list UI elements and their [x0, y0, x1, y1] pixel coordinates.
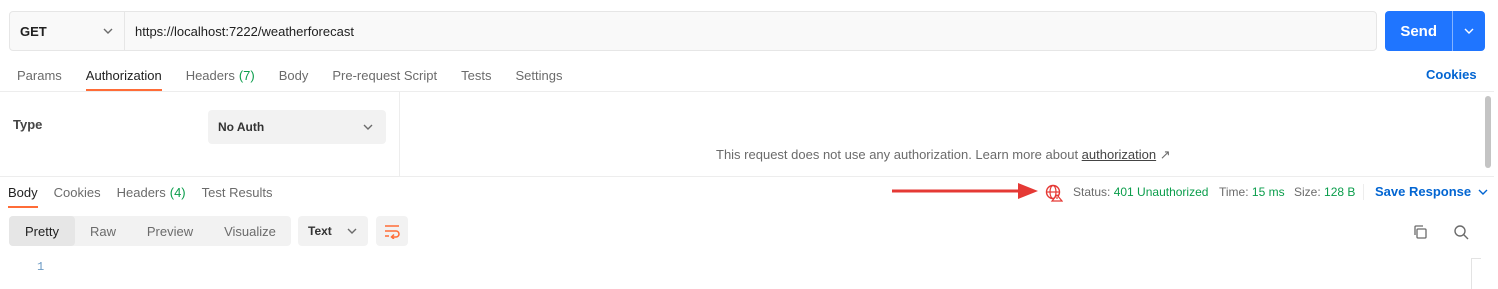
response-scrollbar[interactable]	[1471, 258, 1481, 289]
format-select[interactable]: Text	[298, 216, 368, 246]
tab-count: (7)	[238, 68, 255, 83]
annotation-arrow-icon	[892, 183, 1038, 199]
format-value: Text	[308, 224, 332, 238]
tab-authorization[interactable]: Authorization	[85, 60, 162, 91]
view-mode-toggle: Pretty Raw Preview Visualize	[9, 216, 291, 246]
wrap-lines-button[interactable]	[376, 216, 408, 246]
auth-message: This request does not use any authorizat…	[716, 147, 1171, 163]
status-label: Status:	[1073, 185, 1111, 199]
line-number: 1	[37, 260, 45, 274]
save-response-label: Save Response	[1375, 184, 1472, 199]
response-status[interactable]: Status: 401 Unauthorized	[1073, 185, 1208, 199]
chevron-down-icon	[1464, 28, 1474, 34]
response-size[interactable]: Size: 128 B	[1294, 185, 1355, 199]
copy-icon	[1414, 225, 1427, 239]
auth-type-label: Type	[13, 117, 43, 132]
tab-label: Cookies	[53, 184, 101, 200]
divider	[0, 91, 1494, 92]
response-time[interactable]: Time: 15 ms	[1219, 185, 1285, 199]
view-mode-pretty[interactable]: Pretty	[9, 216, 75, 246]
response-tabs: Body Cookies Headers (4) Test Results	[8, 176, 288, 208]
auth-type-select[interactable]: No Auth	[208, 110, 386, 144]
tab-label: Settings	[515, 68, 563, 83]
tab-body[interactable]: Body	[279, 60, 309, 91]
tab-label: Authorization	[85, 68, 162, 83]
tab-response-body[interactable]: Body	[8, 176, 38, 208]
search-icon	[1454, 225, 1469, 240]
status-value: 401 Unauthorized	[1113, 185, 1209, 199]
chevron-down-icon	[1478, 189, 1488, 195]
tab-response-headers[interactable]: Headers (4)	[117, 176, 186, 208]
search-button[interactable]	[1449, 220, 1473, 244]
tab-response-cookies[interactable]: Cookies	[54, 176, 101, 208]
view-mode-preview[interactable]: Preview	[131, 216, 209, 246]
save-response-button[interactable]: Save Response	[1375, 184, 1489, 199]
panel-divider	[399, 92, 400, 176]
method-select[interactable]: GET	[10, 12, 125, 50]
tab-label: Params	[17, 68, 62, 83]
chevron-down-icon	[347, 228, 357, 234]
size-label: Size:	[1294, 185, 1321, 199]
copy-button[interactable]	[1408, 220, 1432, 244]
size-value: 128 B	[1324, 185, 1356, 199]
tab-params[interactable]: Params	[17, 60, 62, 91]
tab-tests[interactable]: Tests	[461, 60, 491, 91]
send-button-group: Send	[1385, 11, 1485, 51]
tab-count: (4)	[169, 184, 186, 200]
url-bar: GET	[9, 11, 1377, 51]
url-input[interactable]	[125, 12, 1376, 50]
tab-pre-request-script[interactable]: Pre-request Script	[332, 60, 437, 91]
chevron-down-icon	[103, 28, 113, 34]
send-options-button[interactable]	[1452, 11, 1485, 51]
tab-test-results[interactable]: Test Results	[202, 176, 273, 208]
time-label: Time:	[1219, 185, 1249, 199]
authorization-link[interactable]: authorization	[1082, 147, 1156, 162]
cookies-link[interactable]: Cookies	[1426, 67, 1477, 82]
auth-message-text: This request does not use any authorizat…	[716, 147, 1082, 162]
method-label: GET	[20, 23, 47, 39]
request-tabs: Params Authorization Headers (7) Body Pre…	[17, 60, 586, 91]
tab-label: Tests	[461, 68, 492, 83]
wrap-lines-icon	[385, 225, 400, 239]
external-link-icon: ↗	[1159, 147, 1171, 162]
tab-headers[interactable]: Headers (7)	[186, 60, 255, 91]
tab-label: Body	[8, 184, 38, 200]
tab-label: Body	[278, 68, 309, 83]
view-mode-visualize[interactable]: Visualize	[209, 216, 291, 246]
tab-label: Headers	[116, 184, 166, 200]
scrollbar-thumb[interactable]	[1485, 96, 1491, 168]
view-mode-raw[interactable]: Raw	[75, 216, 131, 246]
divider	[1363, 184, 1364, 200]
time-value: 15 ms	[1251, 185, 1285, 199]
network-warning-icon[interactable]	[1045, 184, 1063, 202]
tab-label: Pre-request Script	[332, 68, 438, 83]
send-button[interactable]: Send	[1385, 11, 1452, 51]
chevron-down-icon	[363, 124, 373, 130]
tab-label: Headers	[185, 68, 235, 83]
tab-settings[interactable]: Settings	[515, 60, 562, 91]
auth-type-value: No Auth	[218, 120, 265, 134]
tab-label: Test Results	[201, 184, 273, 200]
